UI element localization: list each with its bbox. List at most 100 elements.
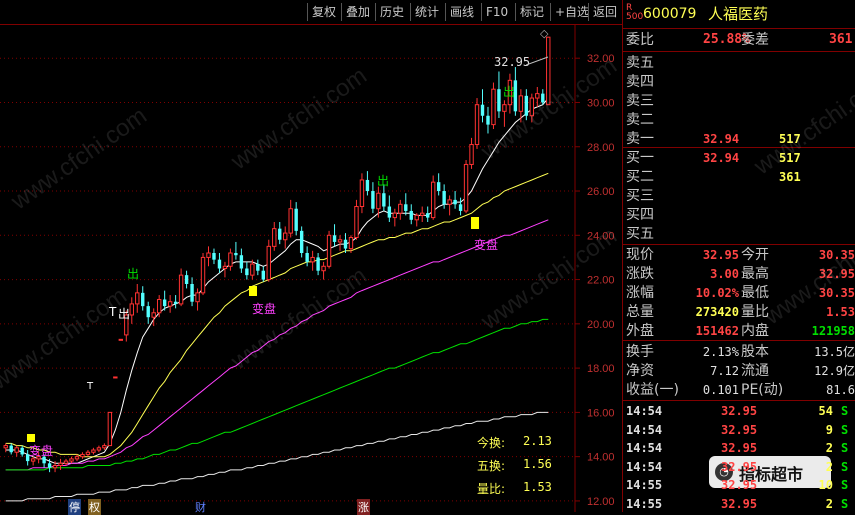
candle-body-up bbox=[354, 206, 359, 239]
f10-button[interactable]: F10 bbox=[481, 3, 512, 21]
candle-body-up bbox=[250, 263, 255, 276]
candle-body-up bbox=[447, 199, 452, 205]
history-button[interactable]: 历史 bbox=[375, 3, 408, 21]
market-badge: R 500 bbox=[626, 4, 643, 22]
candle-body-up bbox=[463, 163, 469, 212]
kline-chart[interactable]: 32.00 30.00 28.00 26.00 24.00 22.00 20.00 18.00… bbox=[0, 25, 622, 515]
buy-level-price: 32.94 bbox=[703, 151, 740, 165]
flag-suspend[interactable]: 停 bbox=[68, 499, 81, 515]
candle-body-down bbox=[453, 199, 457, 205]
flag-finance[interactable]: 财 bbox=[195, 499, 206, 515]
badge-bottom: 500 bbox=[626, 12, 644, 22]
today-turnover-label: 今换: bbox=[477, 436, 506, 450]
signal-t: T bbox=[109, 305, 117, 319]
weicha-label: 委差 bbox=[741, 32, 769, 48]
candle-body-up bbox=[420, 212, 425, 216]
buy-level-volume: 361 bbox=[779, 170, 801, 184]
tick-time: 14:54 bbox=[626, 459, 663, 474]
buy-level-label: 买二 bbox=[626, 169, 654, 185]
sell-level-price: 32.94 bbox=[703, 132, 740, 146]
candle-body-down bbox=[387, 206, 392, 218]
stats-button[interactable]: 统计 bbox=[410, 3, 443, 21]
candle-body-up bbox=[14, 447, 19, 453]
fuquan-button[interactable]: 复权 bbox=[307, 3, 340, 21]
five-day-turnover-label: 五换: bbox=[477, 459, 506, 473]
tick-volume: 2 bbox=[825, 441, 833, 455]
candle-body-up bbox=[107, 411, 113, 447]
candle-body-up bbox=[3, 445, 8, 449]
stock-code: 600079 bbox=[643, 6, 697, 22]
y-tick-label: 20.00 bbox=[587, 319, 615, 331]
stat-value: 32.95 bbox=[702, 248, 739, 262]
overlay-button[interactable]: 叠加 bbox=[341, 3, 374, 21]
candle-body-up bbox=[288, 208, 293, 234]
candle-body-up bbox=[310, 256, 315, 263]
signal-chu: 出 bbox=[127, 267, 140, 281]
tick-time: 14:55 bbox=[626, 478, 663, 492]
candle-body-down bbox=[9, 445, 13, 453]
candle-body-down bbox=[497, 89, 501, 112]
sell-level-label: 卖一 bbox=[626, 131, 654, 147]
add-favorite-button[interactable]: +自选 bbox=[550, 3, 593, 21]
flag-limit-up[interactable]: 涨 bbox=[357, 499, 370, 515]
stat-value: 273420 bbox=[695, 305, 739, 319]
tick-side: S bbox=[841, 441, 849, 455]
biandian-marker bbox=[249, 286, 257, 296]
candle-body-up bbox=[63, 460, 69, 464]
candle-body-down bbox=[278, 228, 282, 240]
chart-toolbar: 复权 叠加 历史 统计 画线 F10 标记 +自选 返回 bbox=[0, 0, 622, 25]
candle-body-up bbox=[469, 144, 474, 165]
tick-volume: 2 bbox=[825, 496, 833, 511]
candle-body-up bbox=[96, 447, 102, 451]
stat-label: 总量 bbox=[626, 304, 654, 320]
candle-body-up bbox=[85, 451, 91, 455]
stat-label: 涨幅 bbox=[626, 285, 654, 301]
tick-volume: 54 bbox=[818, 404, 833, 418]
candle-body-down bbox=[47, 463, 52, 468]
draw-line-button[interactable]: 画线 bbox=[445, 3, 478, 21]
fund-label: PE(动) bbox=[741, 382, 784, 398]
buy-level-label: 买三 bbox=[626, 188, 654, 204]
candle-body-down bbox=[217, 259, 222, 269]
candle-body-up bbox=[348, 237, 354, 250]
divider bbox=[623, 28, 855, 29]
candle-body-down bbox=[239, 255, 244, 269]
fund-value: 81.6 bbox=[826, 383, 855, 397]
candle-body-up bbox=[337, 239, 343, 243]
tick-price: 32.95 bbox=[721, 478, 758, 492]
candle-body-up bbox=[52, 465, 58, 469]
candle-body-down bbox=[305, 253, 309, 262]
candle-body-down bbox=[299, 230, 304, 254]
fund-label: 净资 bbox=[626, 363, 654, 379]
stat-value: 151462 bbox=[695, 324, 739, 338]
candle-body-down bbox=[332, 235, 337, 242]
candle-body-down bbox=[162, 299, 167, 307]
candle-body-up bbox=[167, 301, 173, 307]
stat-label: 最高 bbox=[741, 266, 769, 282]
candle-body-up bbox=[151, 312, 156, 318]
tick-time: 14:54 bbox=[626, 422, 663, 437]
candle-body-down bbox=[458, 204, 463, 211]
candle-body-up bbox=[272, 228, 277, 247]
candle-body-down bbox=[256, 264, 260, 271]
tick-volume: 2 bbox=[825, 459, 833, 474]
back-button[interactable]: 返回 bbox=[588, 3, 621, 21]
candle-body-up bbox=[178, 274, 184, 305]
stat-value: 10.02% bbox=[695, 286, 739, 300]
candle-body-up bbox=[474, 104, 480, 146]
tick-price: 32.95 bbox=[721, 404, 758, 418]
weicha-value: 361 bbox=[829, 32, 853, 47]
candle-body-up bbox=[156, 298, 162, 314]
tick-price: 32.95 bbox=[721, 496, 758, 511]
signal-chu: 出 bbox=[503, 85, 516, 99]
candle-body-down bbox=[409, 210, 413, 220]
tick-volume: 9 bbox=[825, 422, 833, 437]
mark-button[interactable]: 标记 bbox=[515, 3, 548, 21]
fund-label: 流通 bbox=[741, 363, 769, 379]
fund-value: 13.5亿 bbox=[814, 345, 855, 359]
candle-body-down bbox=[245, 268, 249, 276]
fund-value: 2.13% bbox=[702, 345, 739, 359]
flag-rights[interactable]: 权 bbox=[88, 499, 101, 515]
candle-body-up bbox=[392, 212, 398, 219]
candle-body-up bbox=[113, 376, 118, 379]
